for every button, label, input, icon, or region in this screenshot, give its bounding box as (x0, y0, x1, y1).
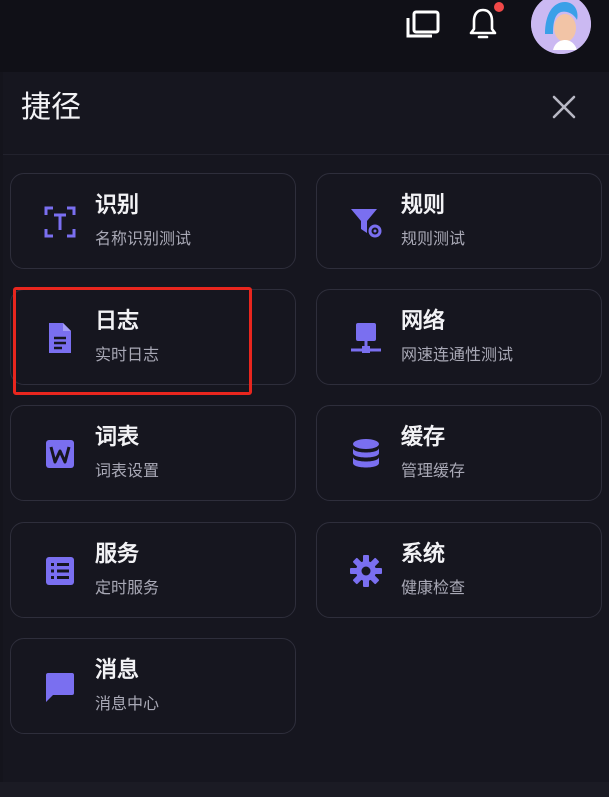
card-subtitle: 网速连通性测试 (401, 345, 514, 364)
notification-badge (494, 2, 504, 12)
card-subtitle: 名称识别测试 (95, 229, 192, 248)
text-recognition-icon (44, 206, 76, 238)
card-title: 词表 (95, 425, 140, 450)
database-icon (353, 439, 379, 468)
card-title: 服务 (95, 542, 140, 567)
card-subtitle: 管理缓存 (401, 461, 466, 480)
close-icon[interactable] (549, 92, 579, 122)
card-title: 识别 (95, 193, 140, 218)
card-subtitle: 实时日志 (95, 345, 160, 364)
shortcut-card-logs[interactable]: 日志 实时日志 (10, 289, 296, 385)
list-icon (46, 557, 74, 585)
windows-icon[interactable] (404, 8, 442, 40)
network-icon (351, 323, 381, 353)
card-title: 网络 (401, 309, 446, 334)
shortcut-card-system[interactable]: 系统 健康检查 (316, 522, 602, 618)
filter-settings-icon (351, 209, 382, 238)
avatar[interactable] (531, 0, 591, 54)
shortcut-card-wordlist[interactable]: 词表 词表设置 (10, 405, 296, 501)
shortcut-card-services[interactable]: 服务 定时服务 (10, 522, 296, 618)
card-subtitle: 消息中心 (95, 694, 160, 713)
message-icon (46, 673, 74, 702)
card-subtitle: 规则测试 (401, 229, 466, 248)
document-icon (49, 323, 71, 353)
panel-header: 捷径 (3, 72, 609, 155)
word-icon (46, 440, 74, 468)
card-title: 日志 (95, 309, 140, 334)
shortcuts-panel: 捷径 识别 名称识别测试 规则 规则测试 日志 实时日志 网络 网速连通性测试 … (3, 72, 609, 782)
card-subtitle: 健康检查 (401, 578, 466, 597)
shortcut-card-network[interactable]: 网络 网速连通性测试 (316, 289, 602, 385)
card-title: 缓存 (401, 425, 446, 450)
shortcut-card-cache[interactable]: 缓存 管理缓存 (316, 405, 602, 501)
shortcut-card-recognition[interactable]: 识别 名称识别测试 (10, 173, 296, 269)
card-title: 系统 (401, 542, 446, 567)
gear-icon (350, 555, 382, 587)
card-title: 消息 (95, 658, 140, 683)
shortcut-card-rules[interactable]: 规则 规则测试 (316, 173, 602, 269)
top-bar (0, 0, 609, 72)
bottom-strip (0, 782, 609, 797)
card-subtitle: 词表设置 (95, 461, 160, 480)
bell-icon[interactable] (466, 6, 500, 42)
shortcut-card-messages[interactable]: 消息 消息中心 (10, 638, 296, 734)
card-title: 规则 (401, 193, 446, 218)
panel-title: 捷径 (21, 90, 81, 125)
card-subtitle: 定时服务 (95, 578, 160, 597)
